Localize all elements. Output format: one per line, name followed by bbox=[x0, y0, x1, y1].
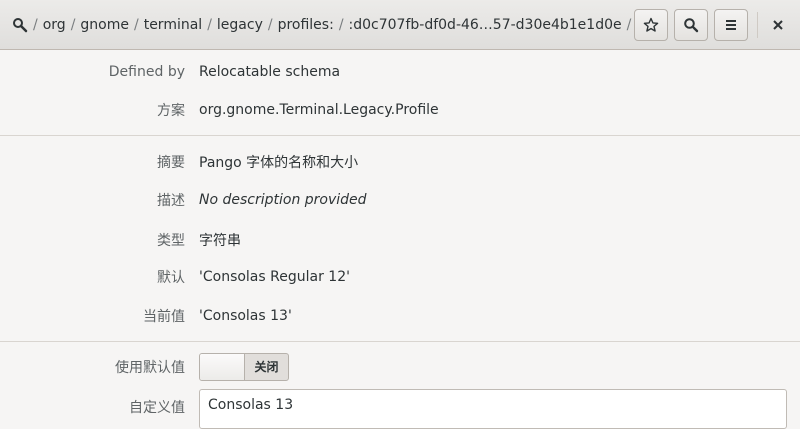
breadcrumb-item-org[interactable]: org bbox=[43, 17, 66, 33]
row-defined-by: Defined by Relocatable schema bbox=[0, 59, 800, 85]
default-label: 默认 bbox=[157, 270, 185, 286]
breadcrumb-separator: / bbox=[70, 17, 76, 33]
custom-value-label: 自定义值 bbox=[129, 400, 185, 416]
breadcrumb-item-profile-id[interactable]: :d0c707fb-df0d-46…57-d30e4b1e1d0e bbox=[349, 17, 622, 33]
description-value: No description provided bbox=[199, 192, 367, 208]
row-schema: 方案 org.gnome.Terminal.Legacy.Profile bbox=[0, 97, 800, 123]
summary-value: Pango 字体的名称和大小 bbox=[199, 155, 359, 171]
switch-state-text: 关闭 bbox=[254, 360, 279, 374]
search-icon bbox=[684, 18, 699, 33]
breadcrumb-separator: / bbox=[33, 17, 38, 33]
breadcrumb-separator: / bbox=[207, 17, 212, 33]
row-description: 描述 No description provided bbox=[0, 187, 800, 213]
use-default-switch[interactable]: 关闭 bbox=[199, 353, 289, 381]
hamburger-menu-icon bbox=[726, 20, 736, 30]
use-default-label: 使用默认值 bbox=[115, 360, 185, 376]
breadcrumb-separator: / bbox=[133, 17, 139, 33]
row-current-value: 当前值 'Consolas 13' bbox=[0, 303, 800, 329]
defined-by-label: Defined by bbox=[108, 64, 185, 80]
breadcrumb-separator: / bbox=[267, 17, 273, 33]
close-icon bbox=[773, 20, 783, 30]
defined-by-value: Relocatable schema bbox=[199, 64, 341, 80]
breadcrumb-item-gnome[interactable]: gnome bbox=[80, 17, 129, 33]
current-value-value: 'Consolas 13' bbox=[199, 308, 292, 324]
description-label: 描述 bbox=[157, 193, 185, 209]
menu-button[interactable] bbox=[714, 9, 748, 41]
row-type: 类型 字符串 bbox=[0, 227, 800, 253]
default-value: 'Consolas Regular 12' bbox=[199, 269, 350, 285]
row-use-default: 使用默认值 bbox=[0, 354, 800, 380]
search-button[interactable] bbox=[674, 9, 708, 41]
schema-value: org.gnome.Terminal.Legacy.Profile bbox=[199, 102, 439, 118]
header-bar: / org / gnome / terminal / legacy / prof… bbox=[0, 0, 800, 50]
section-divider bbox=[0, 135, 800, 136]
breadcrumb: / org / gnome / terminal / legacy / prof… bbox=[28, 0, 665, 50]
custom-value-input[interactable] bbox=[199, 389, 787, 429]
bookmark-button[interactable] bbox=[634, 9, 668, 41]
row-summary: 摘要 Pango 字体的名称和大小 bbox=[0, 149, 800, 175]
breadcrumb-item-profiles[interactable]: profiles: bbox=[278, 17, 334, 33]
type-label: 类型 bbox=[157, 233, 185, 249]
header-separator bbox=[757, 12, 758, 38]
row-default: 默认 'Consolas Regular 12' bbox=[0, 264, 800, 290]
breadcrumb-item-terminal[interactable]: terminal bbox=[144, 17, 202, 33]
search-magnifier-icon[interactable] bbox=[12, 17, 28, 33]
breadcrumb-separator: / bbox=[626, 17, 632, 33]
star-icon bbox=[643, 17, 659, 32]
type-value: 字符串 bbox=[199, 233, 241, 249]
section-divider bbox=[0, 341, 800, 342]
switch-knob[interactable] bbox=[200, 354, 245, 380]
close-button[interactable] bbox=[767, 12, 789, 38]
summary-label: 摘要 bbox=[157, 155, 185, 171]
schema-label: 方案 bbox=[157, 103, 185, 119]
breadcrumb-separator: / bbox=[338, 17, 344, 33]
breadcrumb-item-legacy[interactable]: legacy bbox=[217, 17, 263, 33]
current-value-label: 当前值 bbox=[143, 309, 185, 325]
